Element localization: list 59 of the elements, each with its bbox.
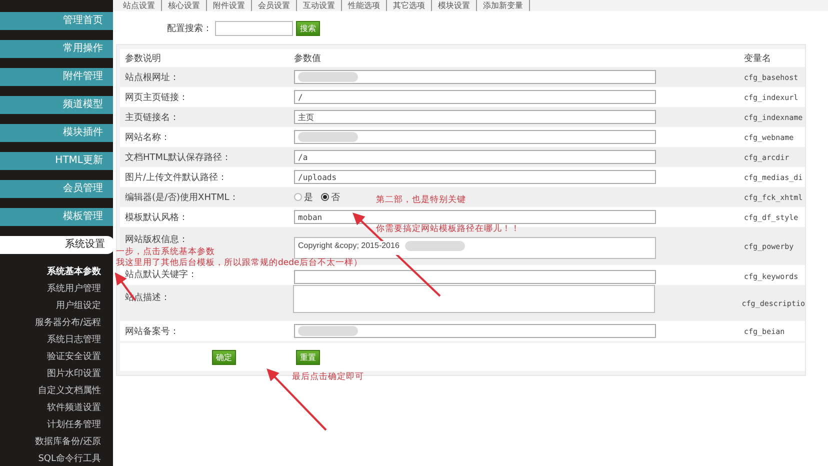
settings-tab[interactable]: 附件设置 [207, 0, 252, 11]
parameter-label: 文档HTML默认保存路径： [124, 152, 232, 164]
annotation-text: 我这里用了其他后台模板，所以跟常规的dede后台不太一样） [116, 259, 362, 268]
sidebar-menu-item[interactable]: 系统设置 [0, 236, 115, 254]
input-field[interactable]: /a [294, 150, 656, 164]
submenu-item[interactable]: 软件频道设置 [0, 400, 113, 417]
input-field[interactable] [294, 324, 656, 338]
textarea-field[interactable] [293, 285, 656, 313]
annotation-text: 第二部，也是特别关键 [376, 196, 466, 205]
radio-button[interactable] [321, 193, 329, 201]
radio-button[interactable] [294, 193, 302, 201]
submenu-item[interactable]: 数据库备份/还原 [0, 434, 113, 451]
settings-tab[interactable]: 核心设置 [162, 0, 207, 11]
annotation-arrow [266, 368, 327, 431]
settings-tab[interactable]: 站点设置 [117, 0, 162, 11]
parameter-label: 网站版权信息： [124, 234, 189, 246]
submenu-item[interactable]: 验证安全设置 [0, 349, 113, 366]
submenu-item[interactable]: 系统日志管理 [0, 332, 113, 349]
input-field[interactable]: /uploads [294, 170, 656, 184]
parameter-label: 图片/上传文件默认路径： [124, 172, 228, 184]
settings-tab[interactable]: 互动设置 [297, 0, 342, 11]
submenu-item[interactable]: 图片水印设置 [0, 366, 113, 383]
parameter-label: 模板默认风格： [124, 212, 189, 224]
submenu-item[interactable]: 用户组设定 [0, 298, 113, 315]
settings-tab[interactable]: 其它选项 [387, 0, 432, 11]
search-label: 配置搜索： [167, 22, 212, 35]
radio-label: 是 [304, 192, 313, 204]
submenu-item[interactable]: 系统用户管理 [0, 281, 113, 298]
parameter-label: 网站备案号： [124, 325, 180, 338]
annotation-text: 你需要搞定网站模板路径在哪儿！！ [376, 225, 520, 234]
settings-tab[interactable]: 会员设置 [252, 0, 297, 11]
input-field[interactable] [294, 270, 656, 284]
textarea-field[interactable]: Copyright &copy; 2015-2016 [294, 237, 656, 259]
settings-tab[interactable]: 模块设置 [432, 0, 477, 11]
parameter-label: 站点根网址： [124, 72, 180, 84]
parameter-label: 编辑器(是/否)使用XHTML： [124, 192, 240, 204]
input-field[interactable]: moban [294, 210, 656, 224]
input-field[interactable]: / [294, 90, 656, 104]
column-header: 参数值 [294, 52, 322, 64]
parameter-label: 网站名称： [124, 132, 171, 144]
search-field[interactable] [215, 21, 293, 36]
annotation-text: 最后点击确定即可 [292, 373, 364, 382]
submenu-item[interactable]: SQL命令行工具 [0, 451, 113, 466]
parameter-label: 主页链接名： [124, 112, 180, 124]
column-header: 参数说明 [124, 52, 162, 64]
input-field[interactable] [294, 70, 656, 84]
submenu-item[interactable]: 自定义文档属性 [0, 383, 113, 400]
parameter-label: 站点默认关键字： [124, 268, 198, 282]
parameter-label: 网页主页链接： [124, 92, 189, 104]
annotation-text: 一步，点击系统基本参数 [116, 248, 215, 257]
radio-label: 否 [331, 192, 340, 204]
settings-tab[interactable]: 添加新变量 [477, 0, 530, 11]
input-field[interactable]: 主页 [294, 110, 656, 124]
input-field[interactable] [294, 130, 656, 144]
submenu-item[interactable]: 计划任务管理 [0, 417, 113, 434]
submenu-item[interactable]: 系统基本参数 [0, 264, 113, 281]
submenu-item[interactable]: 服务器分布/远程 [0, 315, 113, 332]
column-header: 变量名 [744, 52, 771, 64]
settings-tab[interactable]: 性能选项 [342, 0, 387, 11]
